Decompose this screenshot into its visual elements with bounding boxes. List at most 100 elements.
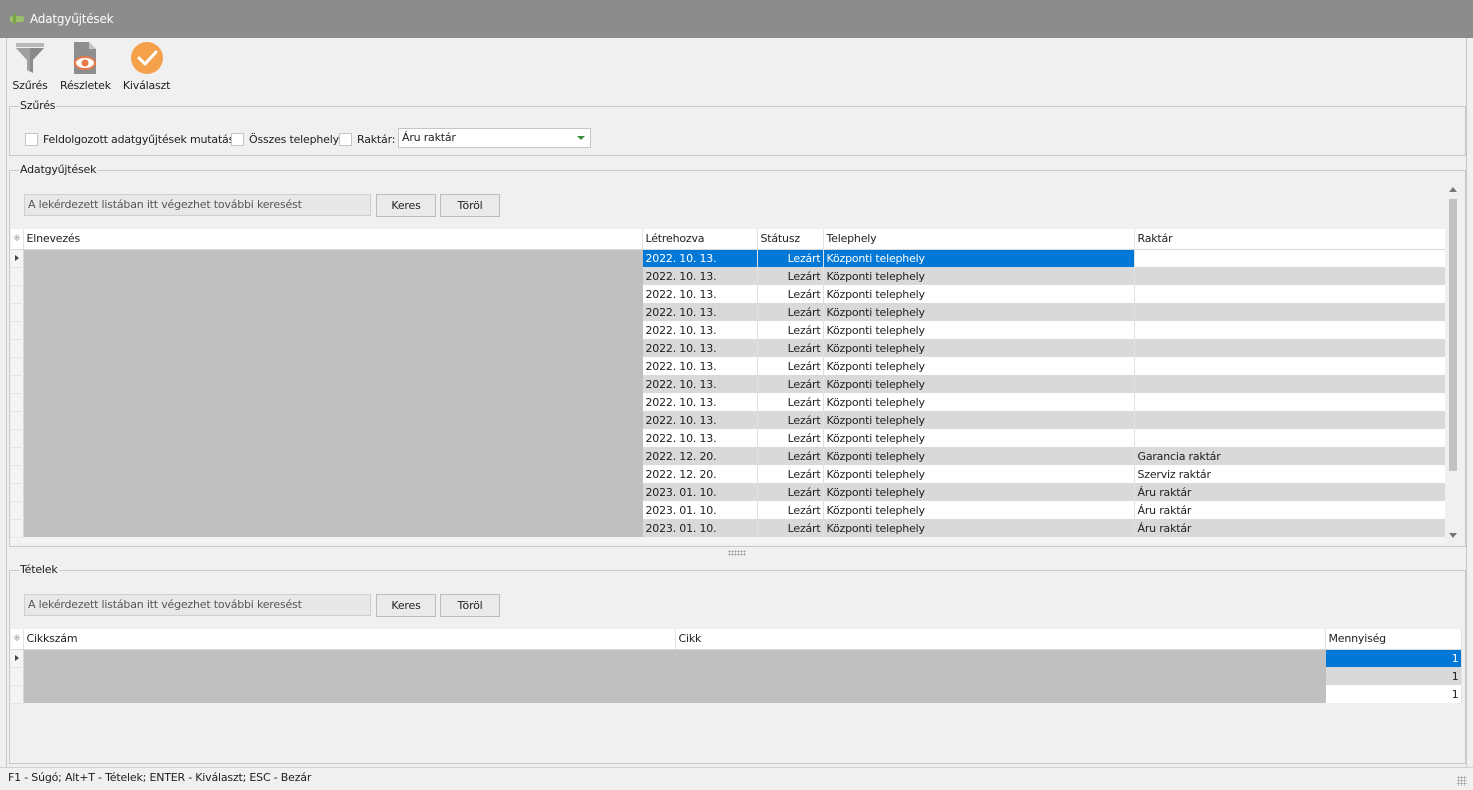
table-row[interactable]: 2022. 10. 13. Lezárt Központi telephely — [11, 285, 1445, 304]
cell-warehouse[interactable] — [1134, 339, 1445, 357]
row-indicator[interactable] — [11, 321, 24, 340]
splitter-grip[interactable] — [728, 550, 746, 556]
table-row[interactable]: 2023. 01. 10. Lezárt Központi telephely Áru… — [11, 501, 1445, 520]
cell-item[interactable] — [675, 685, 1326, 703]
table-row[interactable]: 2022. 10. 13. Lezárt Központi telephely — [11, 303, 1445, 322]
row-indicator[interactable] — [11, 393, 24, 412]
row-indicator[interactable] — [11, 667, 24, 686]
cell-name[interactable] — [23, 483, 643, 501]
row-indicator[interactable] — [11, 339, 24, 358]
cell-name[interactable] — [23, 519, 643, 537]
table-row[interactable]: 2022. 12. 20. Lezárt Központi telephely Sze… — [11, 465, 1445, 484]
cell-created[interactable]: 2022. 10. 13. — [642, 321, 758, 339]
table-row[interactable]: 2023. 01. 10. Lezárt Központi telephely Áru… — [11, 483, 1445, 502]
cell-status[interactable]: Lezárt — [757, 411, 824, 429]
scroll-down-arrow-icon[interactable] — [1449, 533, 1457, 538]
table-row[interactable]: 2022. 10. 13. Lezárt Központi telephely — [11, 393, 1445, 412]
row-indicator[interactable] — [11, 249, 24, 268]
row-indicator[interactable] — [11, 429, 24, 448]
cell-created[interactable]: 2023. 01. 10. — [642, 501, 758, 519]
column-header-quantity[interactable]: Mennyiség — [1325, 629, 1462, 650]
scroll-up-arrow-icon[interactable] — [1449, 187, 1457, 192]
cell-name[interactable] — [23, 411, 643, 429]
table-row[interactable]: 1 — [11, 667, 1462, 686]
cell-name[interactable] — [23, 447, 643, 465]
table-row[interactable]: 2022. 10. 13. Lezárt Központi telephely — [11, 411, 1445, 430]
cell-site[interactable]: Központi telephely — [823, 303, 1135, 321]
show-processed-checkbox-box[interactable] — [25, 133, 38, 146]
cell-item[interactable] — [675, 649, 1326, 667]
cell-name[interactable] — [23, 393, 643, 411]
cell-warehouse[interactable]: Áru raktár — [1134, 501, 1445, 519]
row-indicator[interactable] — [11, 375, 24, 394]
items-search-button[interactable]: Keres — [376, 594, 436, 617]
cell-status[interactable]: Lezárt — [757, 447, 824, 465]
cell-site[interactable]: Központi telephely — [823, 519, 1135, 537]
cell-created[interactable]: 2022. 12. 20. — [642, 447, 758, 465]
chevron-down-icon[interactable] — [577, 136, 585, 140]
cell-name[interactable] — [23, 321, 643, 339]
cell-status[interactable]: Lezárt — [757, 285, 824, 303]
cell-site[interactable]: Központi telephely — [823, 393, 1135, 411]
cell-warehouse[interactable] — [1134, 285, 1445, 303]
cell-status[interactable]: Lezárt — [757, 429, 824, 447]
cell-name[interactable] — [23, 429, 643, 447]
row-indicator[interactable] — [11, 483, 24, 502]
row-indicator[interactable] — [11, 285, 24, 304]
cell-status[interactable]: Lezárt — [757, 375, 824, 393]
cell-name[interactable] — [23, 357, 643, 375]
cell-created[interactable]: 2022. 10. 13. — [642, 357, 758, 375]
collections-scrollbar[interactable] — [1446, 183, 1460, 543]
resize-grip-icon[interactable] — [1457, 776, 1467, 786]
cell-site[interactable]: Központi telephely — [823, 285, 1135, 303]
cell-created[interactable]: 2022. 10. 13. — [642, 429, 758, 447]
cell-warehouse[interactable] — [1134, 321, 1445, 339]
column-header-site[interactable]: Telephely — [823, 229, 1135, 250]
table-row[interactable]: 1 — [11, 649, 1462, 668]
cell-status[interactable]: Lezárt — [757, 339, 824, 357]
cell-name[interactable] — [23, 465, 643, 483]
cell-status[interactable]: Lezárt — [757, 393, 824, 411]
cell-warehouse[interactable] — [1134, 375, 1445, 393]
cell-code[interactable] — [23, 667, 676, 685]
cell-created[interactable]: 2022. 10. 13. — [642, 303, 758, 321]
cell-name[interactable] — [23, 285, 643, 303]
table-row[interactable]: 2022. 10. 13. Lezárt Központi telephely — [11, 429, 1445, 448]
cell-name[interactable] — [23, 267, 643, 285]
cell-warehouse[interactable] — [1134, 393, 1445, 411]
items-clear-button[interactable]: Töröl — [440, 594, 500, 617]
cell-warehouse[interactable] — [1134, 429, 1445, 447]
details-button[interactable]: Részletek — [56, 40, 115, 94]
items-search-input[interactable]: A lekérdezett listában itt végezhet tová… — [24, 594, 371, 616]
row-indicator[interactable] — [11, 411, 24, 430]
cell-created[interactable]: 2023. 01. 10. — [642, 483, 758, 501]
cell-status[interactable]: Lezárt — [757, 519, 824, 537]
cell-quantity[interactable]: 1 — [1325, 649, 1462, 667]
cell-status[interactable]: Lezárt — [757, 321, 824, 339]
column-header-created[interactable]: Létrehozva — [642, 229, 758, 250]
cell-warehouse[interactable] — [1134, 411, 1445, 429]
table-row[interactable]: 1 — [11, 685, 1462, 704]
cell-warehouse[interactable]: Szerviz raktár — [1134, 465, 1445, 483]
cell-status[interactable]: Lezárt — [757, 249, 824, 267]
collections-search-input[interactable]: A lekérdezett listában itt végezhet tová… — [24, 194, 371, 216]
scrollbar-thumb[interactable] — [1449, 199, 1457, 471]
cell-created[interactable]: 2022. 10. 13. — [642, 393, 758, 411]
cell-name[interactable] — [23, 375, 643, 393]
row-indicator[interactable] — [11, 685, 24, 704]
filter-button[interactable]: Szűrés — [8, 40, 52, 94]
warehouse-dropdown[interactable]: Áru raktár — [398, 128, 591, 148]
cell-status[interactable]: Lezárt — [757, 483, 824, 501]
column-header-status[interactable]: Státusz — [757, 229, 824, 250]
cell-site[interactable]: Központi telephely — [823, 447, 1135, 465]
cell-created[interactable]: 2022. 10. 13. — [642, 267, 758, 285]
select-button[interactable]: Kiválaszt — [119, 40, 174, 94]
table-row[interactable]: 2022. 12. 20. Lezárt Központi telephely Gar… — [11, 447, 1445, 466]
cell-status[interactable]: Lezárt — [757, 465, 824, 483]
cell-site[interactable]: Központi telephely — [823, 429, 1135, 447]
cell-created[interactable]: 2023. 01. 10. — [642, 519, 758, 537]
cell-name[interactable] — [23, 339, 643, 357]
cell-item[interactable] — [675, 667, 1326, 685]
table-row[interactable]: 2022. 10. 13. Lezárt Központi telephely — [11, 267, 1445, 286]
cell-site[interactable]: Központi telephely — [823, 483, 1135, 501]
